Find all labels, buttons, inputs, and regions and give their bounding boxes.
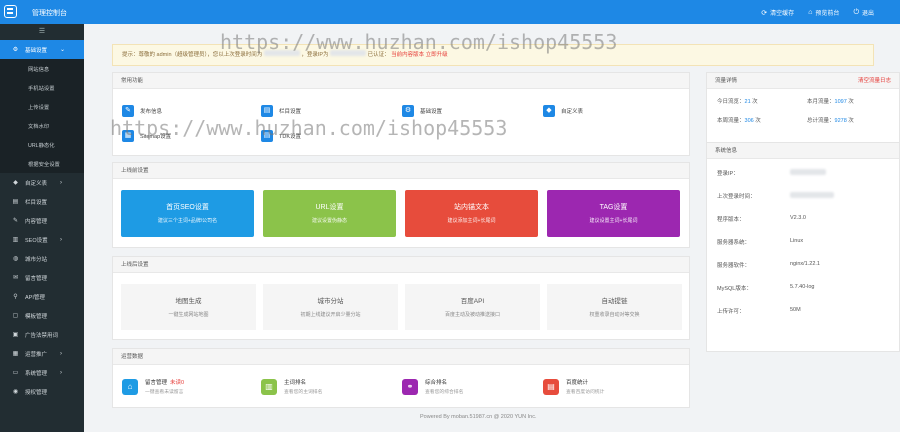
sidebar-subitem-upload[interactable]: 上传设置 [0, 97, 84, 116]
ops-data-card: 运营数据 ⌂ 留言管理 未读0 一键查看未读留言 ▥ 主词排名 查看您的主词排名 ⚭ 综合排… [112, 348, 690, 408]
sidebar-item-ops[interactable]: ▦ 运营推广 › [0, 344, 84, 363]
redacted-time [790, 192, 834, 198]
grid-icon: ▦ [12, 351, 19, 357]
stat-total: 总计流量：9278 次 [807, 118, 854, 124]
app-title: 管理控制台 [32, 10, 67, 17]
custom-icon: ◆ [543, 105, 555, 117]
globe-icon: ◍ [12, 256, 19, 262]
stats-icon: ▤ [543, 378, 559, 395]
refresh-icon: ⟳ [761, 9, 768, 17]
sidebar-item-api[interactable]: ⚲ API管理 [0, 287, 84, 306]
card-title: 常用功能 [113, 73, 689, 89]
logout-icon: ⏻ [853, 8, 859, 16]
chevron-right-icon: › [60, 350, 62, 357]
sys-version: 程序版本： V2.3.0 [717, 215, 806, 223]
gear-icon: ⚙ [12, 47, 19, 53]
sys-login-ip: 登录IP： [717, 169, 897, 179]
monitor-icon: ▭ [12, 370, 19, 376]
main-content: 提示：尊敬的 admin（超级管理员），您以上次登录时间为 ，登录IP为 已认证… [84, 24, 900, 432]
top-bar: 管理控制台 ⟳ 清空缓存 ⌂ 预览前台 ⏻ 退出 [0, 0, 900, 24]
top-actions: ⟳ 清空缓存 ⌂ 预览前台 ⏻ 退出 [761, 8, 874, 18]
sidebar-item-template[interactable]: ▢ 模板管理 [0, 306, 84, 325]
stat-week: 本周流量：306 次 [717, 118, 761, 124]
card-title: 上线后设置 [113, 257, 689, 273]
auto-link-button[interactable]: 自动提链 权重收录自动对等交换 [547, 284, 682, 330]
clear-cache-button[interactable]: ⟳ 清空缓存 [761, 8, 794, 18]
chevron-right-icon: › [60, 236, 62, 243]
sidebar-subitem-mobile[interactable]: 手机站设置 [0, 78, 84, 97]
stat-today: 今日流览：21 次 [717, 99, 758, 105]
sidebar-subitem-site-info[interactable]: 网站信息 [0, 59, 84, 78]
bar-chart-icon: ▥ [261, 378, 277, 395]
card-title: 系统信息 [707, 143, 899, 159]
stat-month: 本月流量：1097 次 [807, 99, 854, 105]
sidebar-item-ads[interactable]: ▣ 广告法禁用词 [0, 325, 84, 344]
watermark: https://www.huzhan.com/ishop45553 [110, 116, 508, 140]
shield-icon: ◉ [12, 389, 19, 395]
sys-os: 服务器系统： Linux [717, 238, 804, 246]
link-icon: ⚲ [13, 294, 18, 300]
sys-server: 服务器软件： nginx/1.22.1 [717, 261, 820, 269]
template-icon: ▢ [12, 313, 19, 319]
ops-overall-rank[interactable]: ⚭ 综合排名 查看您的综合排名 [402, 378, 463, 395]
sidebar-item-column[interactable]: ▤ 栏目设置 [0, 192, 84, 211]
ban-icon: ▣ [12, 332, 19, 338]
pre-launch-card: 上线前设置 首页SEO设置 建议三个主词+品牌/公司名 URL设置 建议设置伪静态 … [112, 162, 690, 248]
sidebar-item-seo[interactable]: ▥ SEO设置 › [0, 230, 84, 249]
sys-last-login: 上次登录时间： [717, 192, 897, 202]
menu-toggle-icon[interactable]: ☰ [0, 24, 84, 40]
sidebar-item-auth[interactable]: ◉ 授权管理 [0, 382, 84, 401]
sidebar-subitem-security[interactable]: 根据安全设置 [0, 154, 84, 173]
chevron-down-icon: ⌄ [60, 47, 66, 53]
homepage-seo-button[interactable]: 首页SEO设置 建议三个主词+品牌/公司名 [121, 190, 254, 237]
ops-message[interactable]: ⌂ 留言管理 未读0 一键查看未读留言 [122, 378, 184, 395]
envelope-icon: ✉ [12, 275, 19, 281]
sidebar-item-content[interactable]: ✎ 内容管理 [0, 211, 84, 230]
sitemap-generate-button[interactable]: 地图生成 一键生成网站地图 [121, 284, 256, 330]
sidebar: ☰ ⚙ 基础设置 ⌄ 网站信息 手机站设置 上传设置 文档水印 URL静态化 根… [0, 24, 84, 432]
watermark: https://www.huzhan.com/ishop45553 [220, 30, 618, 54]
tag-settings-button[interactable]: TAG设置 建议设置主词+长尾词 [547, 190, 680, 237]
diamond-icon: ◆ [13, 180, 18, 186]
card-title: 流量详情 [715, 78, 738, 84]
system-info-card: 系统信息 登录IP： 上次登录时间： 程序版本： V2.3.0 服务器系统： Lin… [706, 142, 900, 352]
list-icon: ▤ [12, 199, 19, 205]
chevron-right-icon: › [60, 179, 62, 186]
quick-custom[interactable]: ◆ 自定义表 [543, 105, 583, 117]
edit-icon: ✎ [12, 218, 19, 224]
post-launch-card: 上线后设置 地图生成 一键生成网站地图 城市分站 初期上线建议开启少量分站 百度AP… [112, 256, 690, 340]
chart-icon: ▥ [12, 237, 19, 243]
sidebar-item-basic-settings[interactable]: ⚙ 基础设置 ⌄ [0, 40, 84, 59]
sys-mysql: MySQL版本： 5.7.40-log [717, 284, 815, 292]
clear-traffic-log-link[interactable]: 清空流量日志 [858, 73, 891, 89]
quick-functions-card: 常用功能 ✎ 发布信息 ▤ 栏目设置 ⚙ 基础设置 ◆ 自定义表 ▦ Sitemap设置 … [112, 72, 690, 156]
card-title: 运营数据 [113, 349, 689, 365]
sidebar-subitem-url-static[interactable]: URL静态化 [0, 135, 84, 154]
sidebar-item-city[interactable]: ◍ 城市分站 [0, 249, 84, 268]
ops-rank[interactable]: ▥ 主词排名 查看您的主词排名 [261, 378, 322, 395]
sys-upload: 上传许可： 50M [717, 307, 801, 315]
sidebar-subitem-watermark[interactable]: 文档水印 [0, 116, 84, 135]
city-substation-button[interactable]: 城市分站 初期上线建议开启少量分站 [263, 284, 398, 330]
logout-button[interactable]: ⏻ 退出 [853, 8, 874, 18]
sidebar-item-system[interactable]: ▭ 系统管理 › [0, 363, 84, 382]
sidebar-item-message[interactable]: ✉ 留言管理 [0, 268, 84, 287]
redacted-ip [790, 169, 826, 175]
app-logo-icon[interactable] [4, 5, 17, 18]
chevron-right-icon: › [60, 369, 62, 376]
unread-badge: 未读0 [170, 380, 185, 386]
footer: Powered By moban.51987.cn @ 2020 YUN Inc… [420, 414, 537, 420]
preview-frontend-button[interactable]: ⌂ 预览前台 [808, 8, 839, 17]
ops-baidu-stats[interactable]: ▤ 百度统计 查看百度访问统计 [543, 378, 604, 395]
url-settings-button[interactable]: URL设置 建议设置伪静态 [263, 190, 396, 237]
baidu-api-button[interactable]: 百度API 百度主动及被动推送接口 [405, 284, 540, 330]
message-icon: ⌂ [122, 378, 138, 395]
home-icon: ⌂ [808, 9, 813, 16]
card-title: 上线前设置 [113, 163, 689, 179]
link-icon: ⚭ [402, 378, 418, 395]
sidebar-item-custom[interactable]: ◆ 自定义表 › [0, 173, 84, 192]
anchor-text-button[interactable]: 站内锚文本 建议添加主词+长尾词 [405, 190, 538, 237]
